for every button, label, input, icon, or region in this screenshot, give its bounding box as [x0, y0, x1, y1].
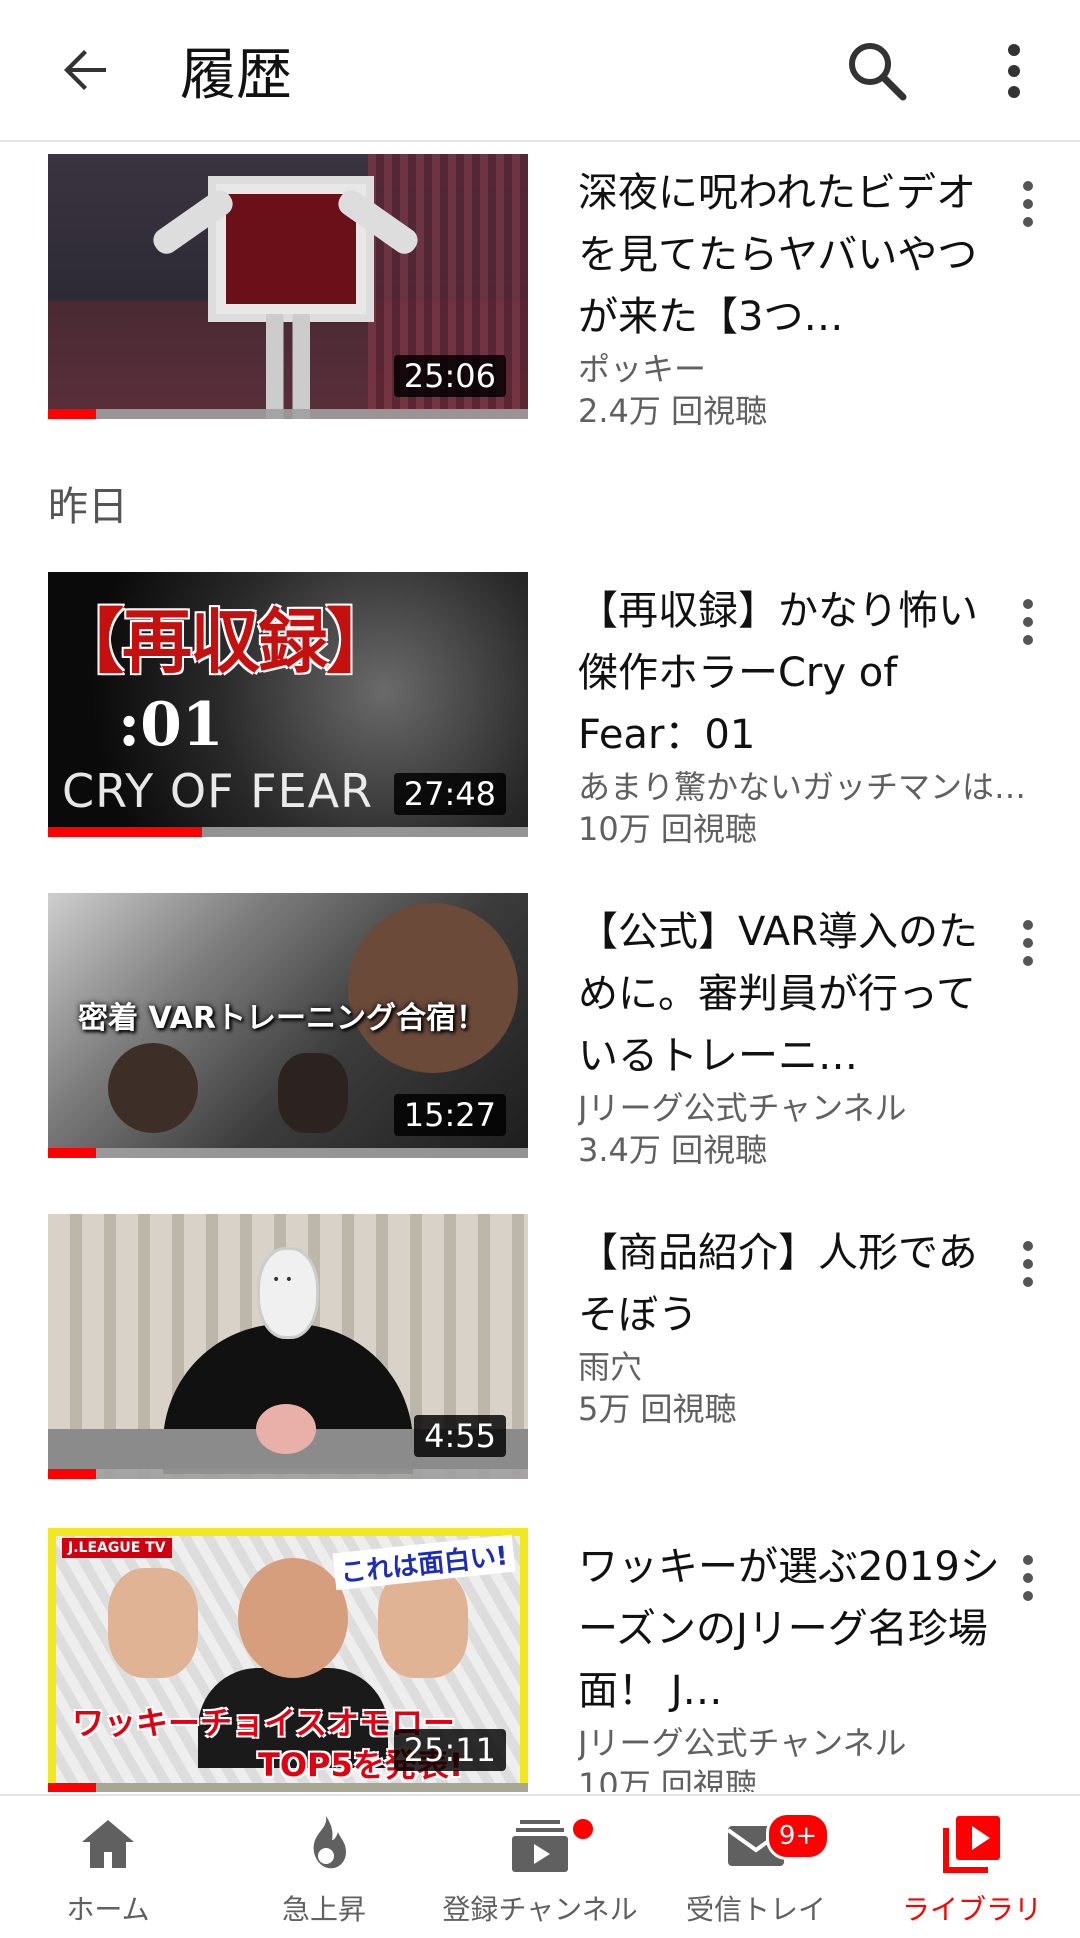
video-more-icon[interactable] [1010, 913, 1046, 977]
thumbnail-text: 【再収録】 [54, 600, 396, 683]
video-title[interactable]: 【再収録】かなり怖い傑作ホラーCry of Fear：01 [578, 580, 1008, 766]
notification-dot [570, 1816, 596, 1842]
trending-icon [292, 1812, 356, 1876]
nav-label: ライブラリ [901, 1893, 1042, 1926]
view-count: 5万 回視聴 [578, 1390, 737, 1428]
video-duration: 27:48 [393, 773, 506, 815]
video-meta: 【再収録】かなり怖い傑作ホラーCry of Fear：01 あまり驚かないガッチ… [578, 580, 1026, 850]
channel-name: Jリーグ公式チャンネル [578, 1724, 907, 1762]
channel-name: ポッキー [578, 350, 707, 388]
watch-progress-bar [48, 827, 528, 837]
home-icon [76, 1812, 140, 1876]
nav-label: 登録チャンネル [442, 1893, 638, 1926]
thumbnail-art [108, 1043, 198, 1133]
search-icon[interactable] [842, 36, 912, 106]
watch-progress-bar [48, 1783, 528, 1792]
library-icon [940, 1812, 1004, 1876]
video-item[interactable]: 密着 VARトレーニング合宿！ 15:27 【公式】VAR導入のために。審判員が… [0, 893, 1080, 1169]
video-item[interactable]: J.LEAGUE TV これは面白い! ワッキーチョイスオモロー TOP5を発表… [0, 1528, 1080, 1792]
inbox-badge: 9+ [766, 1812, 830, 1860]
nav-home[interactable]: ホーム [0, 1796, 216, 1938]
video-title[interactable]: ワッキーが選ぶ2019シーズンのJリーグ名珍場面！ J… [578, 1536, 1008, 1722]
video-more-icon[interactable] [1010, 1548, 1046, 1612]
thumbnail-art [256, 1404, 316, 1454]
watch-progress-fill [48, 1783, 96, 1792]
thumbnail-art [348, 903, 518, 1073]
thumbnail-art [238, 1558, 348, 1678]
video-thumbnail[interactable]: 【再収録】 :01 CRY OF FEAR 27:48 [48, 572, 528, 837]
watch-progress-fill [48, 409, 96, 419]
thumbnail-art [108, 1568, 198, 1678]
channel-name: Jリーグ公式チャンネル [578, 1089, 907, 1127]
thumbnail-text: :01 [118, 690, 224, 760]
thumbnail-art [266, 314, 310, 419]
view-count: 10万 回視聴 [578, 810, 757, 848]
view-count: 2.4万 回視聴 [578, 392, 768, 430]
video-thumbnail[interactable]: 4:55 [48, 1214, 528, 1479]
video-duration: 4:55 [414, 1415, 506, 1457]
watch-progress-bar [48, 1148, 528, 1158]
video-thumbnail[interactable]: 25:06 [48, 154, 528, 419]
video-meta: 【公式】VAR導入のために。審判員が行っているトレーニ… Jリーグ公式チャンネル… [578, 901, 1008, 1171]
thumbnail-text: 密着 VARトレーニング合宿！ [78, 1001, 486, 1036]
thumbnail-text: J.LEAGUE TV [62, 1538, 172, 1558]
nav-trending[interactable]: 急上昇 [216, 1796, 432, 1938]
page-title: 履歴 [180, 43, 292, 108]
thumbnail-art [278, 1053, 348, 1133]
subscriptions-icon [508, 1812, 572, 1876]
app-bar: 履歴 [0, 0, 1080, 142]
video-meta: 深夜に呪われたビデオを見てたらヤバいやつが来た【3つ… ポッキー 2.4万 回視… [578, 162, 1008, 432]
nav-label: 急上昇 [281, 1893, 366, 1926]
video-duration: 25:11 [393, 1729, 506, 1771]
watch-progress-bar [48, 1469, 528, 1479]
thumbnail-art [260, 1250, 316, 1336]
nav-subscriptions[interactable]: 登録チャンネル [432, 1796, 648, 1938]
video-title[interactable]: 【商品紹介】人形であそぼう [578, 1222, 1008, 1346]
nav-inbox[interactable]: 9+ 受信トレイ [648, 1796, 864, 1938]
history-list[interactable]: 25:06 深夜に呪われたビデオを見てたらヤバいやつが来た【3つ… ポッキー 2… [0, 142, 1080, 1792]
bottom-navigation: ホーム 急上昇 登録チャンネル 9+ 受信トレイ ライブラリ [0, 1794, 1080, 1938]
view-count: 3.4万 回視聴 [578, 1131, 768, 1169]
view-count: 10万 回視聴 [578, 1766, 757, 1792]
video-meta: 【商品紹介】人形であそぼう 雨穴 5万 回視聴 [578, 1222, 1008, 1430]
video-duration: 25:06 [393, 355, 506, 397]
video-item[interactable]: 4:55 【商品紹介】人形であそぼう 雨穴 5万 回視聴 [0, 1214, 1080, 1479]
video-thumbnail[interactable]: J.LEAGUE TV これは面白い! ワッキーチョイスオモロー TOP5を発表… [48, 1528, 528, 1792]
channel-name: 雨穴 [578, 1348, 643, 1386]
video-more-icon[interactable] [1010, 174, 1046, 238]
video-item[interactable]: 25:06 深夜に呪われたビデオを見てたらヤバいやつが来た【3つ… ポッキー 2… [0, 154, 1080, 430]
video-item[interactable]: 【再収録】 :01 CRY OF FEAR 27:48 【再収録】かなり怖い傑作… [0, 572, 1080, 848]
thumbnail-text: CRY OF FEAR [62, 764, 374, 818]
video-title[interactable]: 深夜に呪われたビデオを見てたらヤバいやつが来た【3つ… [578, 162, 1008, 348]
video-duration: 15:27 [393, 1094, 506, 1136]
video-more-icon[interactable] [1010, 1234, 1046, 1298]
section-header-yesterday: 昨日 [48, 484, 128, 530]
more-options-icon[interactable] [994, 36, 1034, 106]
video-thumbnail[interactable]: 密着 VARトレーニング合宿！ 15:27 [48, 893, 528, 1158]
watch-progress-fill [48, 1469, 96, 1479]
video-title[interactable]: 【公式】VAR導入のために。審判員が行っているトレーニ… [578, 901, 1008, 1087]
nav-library[interactable]: ライブラリ [864, 1796, 1080, 1938]
watch-progress-fill [48, 1148, 96, 1158]
watch-progress-fill [48, 827, 202, 837]
nav-label: 受信トレイ [685, 1893, 826, 1926]
watch-progress-bar [48, 409, 528, 419]
video-meta: ワッキーが選ぶ2019シーズンのJリーグ名珍場面！ J… Jリーグ公式チャンネル… [578, 1536, 1008, 1792]
nav-label: ホーム [66, 1893, 150, 1926]
back-arrow-icon[interactable] [54, 38, 118, 102]
video-more-icon[interactable] [1010, 592, 1046, 656]
channel-name: あまり驚かないガッチマンは… [578, 768, 1027, 806]
